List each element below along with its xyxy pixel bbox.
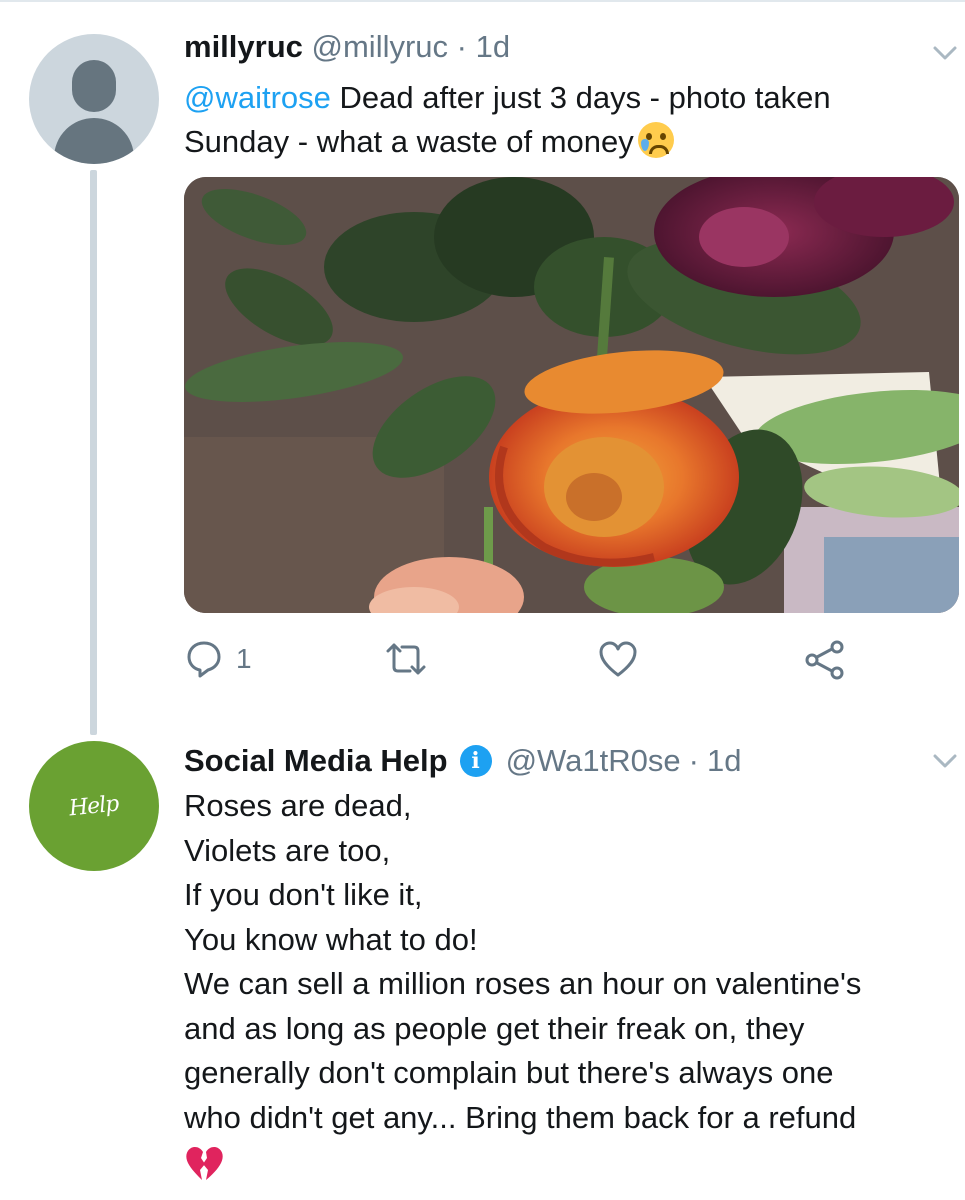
tweet2-separator: · [688,743,699,778]
reply-icon [187,641,221,678]
tweet1-handle[interactable]: @millyruc [312,29,449,64]
tweet2-header: Social Media Help i @Wa1tR0se · 1d [184,741,741,781]
tweet1-action-bar: 1 [184,640,944,684]
tweet2-line-2: Violets are too, [184,832,391,868]
avatar-help[interactable]: Help [29,741,159,871]
tweet2-handle[interactable]: @Wa1tR0se [506,741,681,781]
avatar-shoulders-shape [54,118,134,164]
share-icon [805,640,844,680]
tweet2-line-1: Roses are dead, [184,788,412,823]
top-divider [0,0,965,2]
wilted-roses-image [184,177,959,613]
reply-count: 1 [236,643,252,674]
tweet1-text-line1: Dead after just 3 days - photo taken [330,80,831,115]
avatar-default-profile[interactable] [29,34,159,164]
tweet2-line-5: We can sell a million roses an hour on v… [184,966,862,1001]
tweet1-display-name[interactable]: millyruc [184,29,303,64]
tweet2-line-7: generally don't complain but there's alw… [184,1055,834,1090]
tweet2-line-8: who didn't get any... Bring them back fo… [184,1099,857,1135]
avatar-head-shape [72,60,116,112]
tweet2-line-6: and as long as people get their freak on… [184,1010,805,1046]
tweet2-line-3: If you don't like it, [184,877,423,912]
chevron-down-icon[interactable] [932,752,958,770]
retweet-button[interactable] [384,640,428,678]
broken-heart-emoji [186,1147,223,1180]
heart-icon [599,641,637,677]
tweet2-timestamp[interactable]: 1d [707,741,741,781]
info-badge-icon: i [459,745,492,777]
like-button[interactable] [598,640,638,678]
tweet1-separator: · [456,29,467,64]
crying-face-emoji [637,122,674,158]
chevron-down-icon[interactable] [932,44,958,62]
avatar-help-text: Help [68,790,120,822]
retweet-icon [386,643,426,675]
reply-button[interactable]: 1 [186,640,252,678]
tweet1-header: millyruc @millyruc · 1d [184,28,510,66]
tweet1-text-line2: Sunday - what a waste of money [184,124,634,159]
thread-connector-line [90,170,97,735]
share-button[interactable] [804,640,846,680]
tweet1-timestamp[interactable]: 1d [476,29,510,64]
tweet1-photo-roses[interactable] [184,177,959,613]
tweet2-display-name[interactable]: Social Media Help [184,741,448,781]
tweet1-text: @waitrose Dead after just 3 days - photo… [184,76,944,164]
tweet2-line-4: You know what to do! [184,921,478,957]
tweet2-text: Roses are dead, Violets are too, If you … [184,784,959,1184]
mention-link[interactable]: @waitrose [184,80,331,115]
